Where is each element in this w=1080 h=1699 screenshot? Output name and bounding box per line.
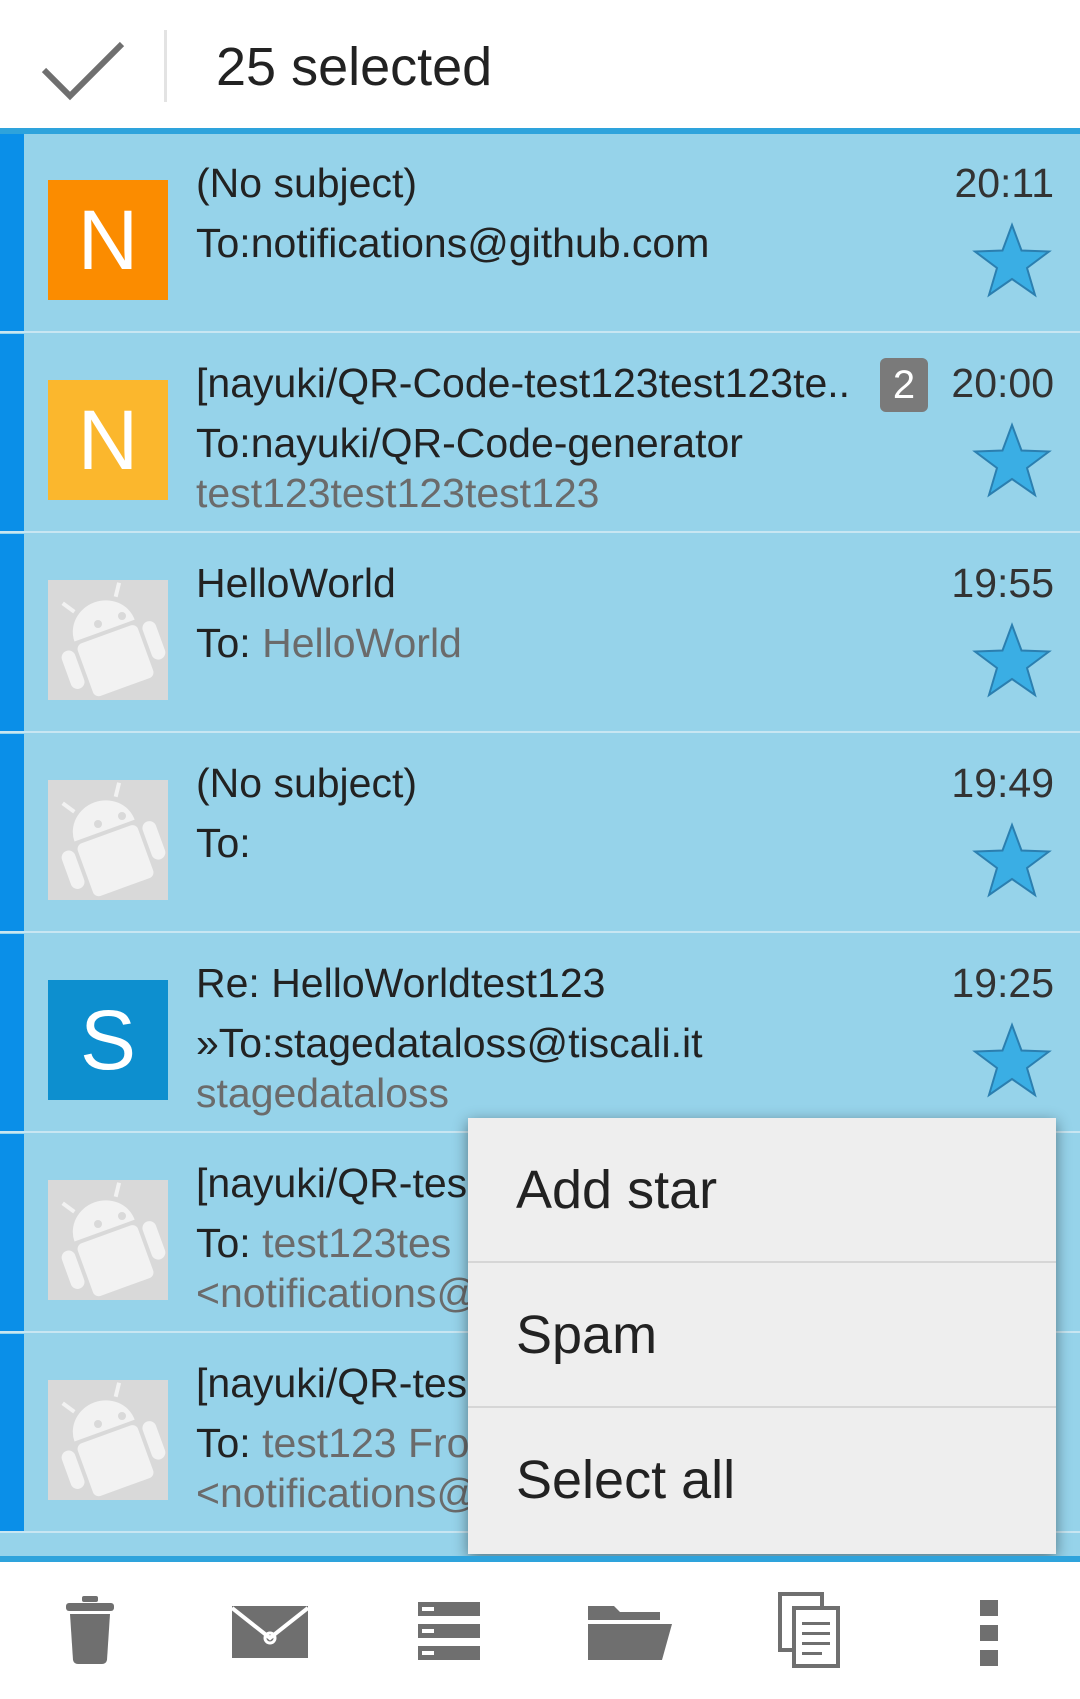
avatar[interactable]: N bbox=[48, 380, 168, 500]
overflow-popup-menu: Add star Spam Select all bbox=[468, 1118, 1056, 1554]
trash-icon[interactable] bbox=[62, 1594, 118, 1666]
selection-marker bbox=[0, 134, 24, 331]
message-recipient-line: »To:stagedataloss@tiscali.it bbox=[196, 1020, 703, 1067]
bottom-action-bar bbox=[0, 1556, 1080, 1699]
message-time: 19:55 bbox=[951, 560, 1054, 606]
divider bbox=[164, 30, 167, 102]
message-row[interactable]: N [nayuki/QR-Code-test123test123te.. 2 T… bbox=[0, 334, 1080, 533]
message-row[interactable]: HelloWorld To: HelloWorld 19:55 bbox=[0, 534, 1080, 733]
recipient: test123 Fro bbox=[262, 1420, 470, 1466]
android-avatar-icon[interactable] bbox=[48, 1380, 168, 1500]
mark-read-icon[interactable] bbox=[232, 1604, 308, 1660]
message-recipient-line: To: test123tes bbox=[196, 1220, 451, 1267]
to-prefix: To: bbox=[196, 1220, 263, 1266]
message-subject: (No subject) bbox=[196, 160, 418, 206]
overflow-menu-icon[interactable] bbox=[980, 1600, 998, 1666]
star-icon[interactable] bbox=[972, 622, 1052, 698]
to-prefix: To: bbox=[196, 420, 251, 466]
message-recipient-line: To: bbox=[196, 820, 251, 867]
to-prefix: To: bbox=[196, 1420, 263, 1466]
thread-count-badge: 2 bbox=[880, 358, 928, 412]
message-row[interactable]: N (No subject) To:notifications@github.c… bbox=[0, 134, 1080, 333]
to-prefix: To: bbox=[196, 620, 263, 666]
selection-marker bbox=[0, 334, 24, 531]
message-recipient-line: To: test123 Fro bbox=[196, 1420, 469, 1467]
selection-marker bbox=[0, 934, 24, 1131]
star-icon[interactable] bbox=[972, 222, 1052, 298]
message-time: 19:25 bbox=[951, 960, 1054, 1006]
star-icon[interactable] bbox=[972, 822, 1052, 898]
to-prefix: »To: bbox=[196, 1020, 274, 1066]
selection-marker bbox=[0, 534, 24, 731]
message-recipient-line: To: HelloWorld bbox=[196, 620, 462, 667]
copy-icon[interactable] bbox=[778, 1592, 840, 1668]
message-subject: Re: HelloWorldtest123 bbox=[196, 960, 606, 1006]
star-icon[interactable] bbox=[972, 1022, 1052, 1098]
message-time: 19:49 bbox=[951, 760, 1054, 806]
selection-count-title: 25 selected bbox=[216, 37, 493, 97]
menu-item-spam[interactable]: Spam bbox=[468, 1263, 1056, 1408]
message-subject: [nayuki/QR-Code-test123test123te.. bbox=[196, 360, 851, 406]
check-icon[interactable] bbox=[38, 38, 128, 102]
message-subject: [nayuki/QR-tes bbox=[196, 1360, 468, 1406]
message-subject: (No subject) bbox=[196, 760, 418, 806]
menu-item-select-all[interactable]: Select all bbox=[468, 1408, 1056, 1553]
recipient: nayuki/QR-Code-generator bbox=[250, 420, 743, 466]
message-row[interactable]: S Re: HelloWorldtest123 »To:stagedatalos… bbox=[0, 934, 1080, 1133]
folder-icon[interactable] bbox=[586, 1602, 674, 1662]
message-row[interactable]: (No subject) To: 19:49 bbox=[0, 734, 1080, 933]
recipient: test123tes bbox=[262, 1220, 452, 1266]
message-time: 20:00 bbox=[951, 360, 1054, 406]
selection-marker bbox=[0, 1134, 24, 1331]
recipient: notifications@github.com bbox=[250, 220, 710, 266]
avatar[interactable]: S bbox=[48, 980, 168, 1100]
message-subject: [nayuki/QR-tes bbox=[196, 1160, 468, 1206]
to-prefix: To: bbox=[196, 220, 251, 266]
list-icon[interactable] bbox=[418, 1600, 480, 1662]
message-subject: HelloWorld bbox=[196, 560, 396, 606]
android-avatar-icon[interactable] bbox=[48, 580, 168, 700]
message-recipient-line: To:nayuki/QR-Code-generator bbox=[196, 420, 743, 467]
message-preview: test123test123test123 bbox=[196, 470, 600, 516]
message-preview: <notifications@ bbox=[196, 1470, 479, 1516]
avatar[interactable]: N bbox=[48, 180, 168, 300]
recipient: HelloWorld bbox=[262, 620, 462, 666]
star-icon[interactable] bbox=[972, 422, 1052, 498]
action-bar: 25 selected bbox=[0, 0, 1080, 134]
message-time: 20:11 bbox=[954, 160, 1054, 206]
message-preview: stagedataloss bbox=[196, 1070, 450, 1116]
selection-marker bbox=[0, 734, 24, 931]
message-recipient-line: To:notifications@github.com bbox=[196, 220, 709, 267]
to-prefix: To: bbox=[196, 820, 251, 866]
android-avatar-icon[interactable] bbox=[48, 1180, 168, 1300]
selection-marker bbox=[0, 1334, 24, 1531]
message-preview: <notifications@ bbox=[196, 1270, 479, 1316]
menu-item-add-star[interactable]: Add star bbox=[468, 1118, 1056, 1263]
recipient: stagedataloss@tiscali.it bbox=[273, 1020, 703, 1066]
android-avatar-icon[interactable] bbox=[48, 780, 168, 900]
